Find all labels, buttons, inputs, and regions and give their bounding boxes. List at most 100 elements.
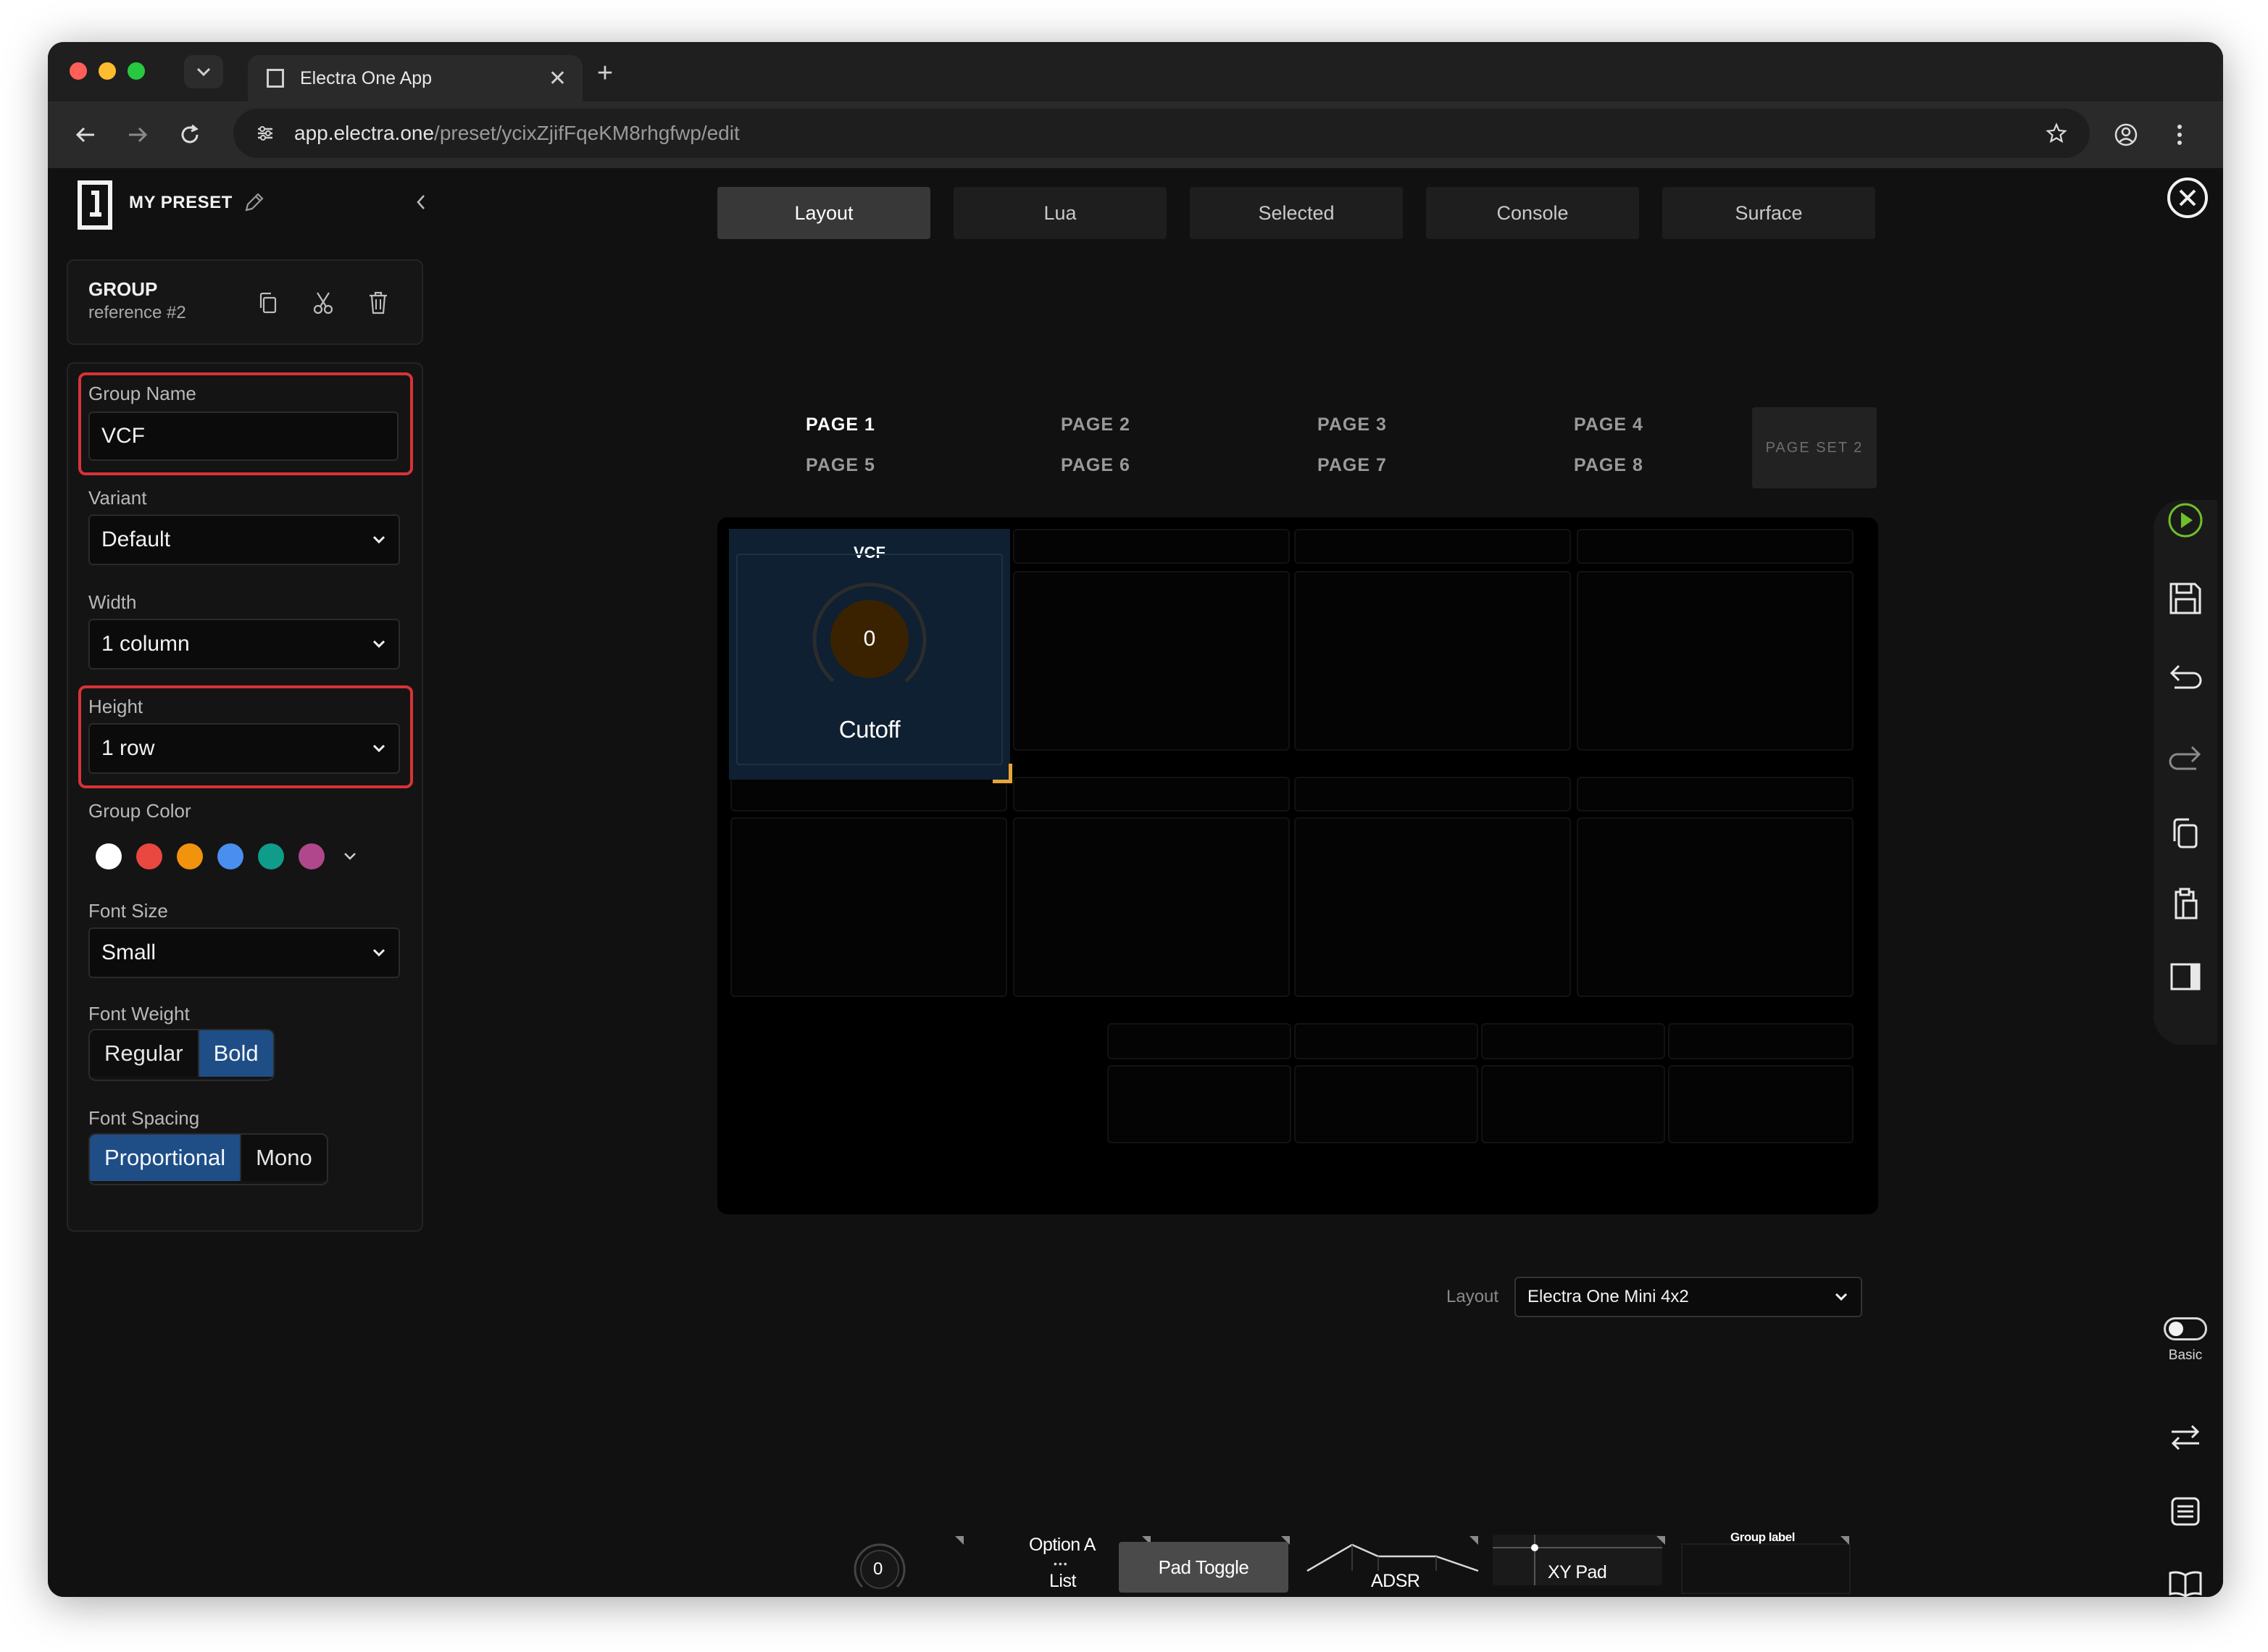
- chevron-down-icon: [370, 943, 388, 962]
- copy-icon[interactable]: [254, 288, 283, 317]
- preset-title: MY PRESET: [129, 193, 233, 212]
- pencil-icon[interactable]: [242, 190, 267, 214]
- close-tab-icon[interactable]: ✕: [549, 66, 567, 91]
- group-slot[interactable]: [1668, 1023, 1854, 1059]
- page-link-6[interactable]: PAGE 6: [1061, 455, 1130, 476]
- color-swatch-red[interactable]: [136, 843, 162, 869]
- height-select[interactable]: 1 row: [88, 723, 400, 774]
- control-slot[interactable]: [1013, 817, 1290, 997]
- control-slot[interactable]: [1294, 817, 1571, 997]
- group-slot[interactable]: [1294, 777, 1571, 812]
- tab-selected[interactable]: Selected: [1190, 187, 1403, 239]
- control-slot[interactable]: [1668, 1065, 1854, 1143]
- page-link-7[interactable]: PAGE 7: [1317, 455, 1387, 476]
- device-list-icon[interactable]: [2165, 1491, 2206, 1532]
- back-button[interactable]: [67, 116, 104, 154]
- group-slot[interactable]: [1294, 1023, 1478, 1059]
- browser-menu-button[interactable]: [2161, 116, 2198, 154]
- control-slot[interactable]: [1577, 817, 1854, 997]
- paste-icon[interactable]: [2165, 884, 2206, 925]
- control-slot[interactable]: [730, 817, 1007, 997]
- color-swatch-magenta[interactable]: [299, 843, 325, 869]
- control-slot[interactable]: [1013, 571, 1290, 751]
- tab-layout[interactable]: Layout: [717, 187, 930, 239]
- variant-select[interactable]: Default: [88, 514, 400, 565]
- page-set-button[interactable]: PAGE SET 2: [1752, 407, 1877, 488]
- palette-xy-pad[interactable]: XY Pad: [1493, 1529, 1664, 1597]
- minimize-window-button[interactable]: [99, 62, 116, 80]
- profile-button[interactable]: [2107, 116, 2145, 154]
- page-link-2[interactable]: PAGE 2: [1061, 414, 1130, 435]
- control-slot[interactable]: [1294, 1065, 1478, 1143]
- font-weight-toggle: Regular Bold: [88, 1029, 275, 1081]
- reload-icon: [181, 124, 199, 143]
- font-spacing-mono-button[interactable]: Mono: [240, 1135, 327, 1181]
- group-slot[interactable]: [1481, 1023, 1665, 1059]
- layout-label: Layout: [1446, 1287, 1499, 1306]
- control-slot[interactable]: [1107, 1065, 1291, 1143]
- page-link-1[interactable]: PAGE 1: [806, 414, 875, 435]
- group-slot[interactable]: [1107, 1023, 1291, 1059]
- group-slot[interactable]: [1294, 529, 1571, 564]
- font-spacing-proportional-button[interactable]: Proportional: [90, 1135, 241, 1181]
- trash-icon[interactable]: [364, 288, 393, 317]
- group-slot[interactable]: [1013, 529, 1290, 564]
- bookmark-star-icon[interactable]: [2042, 119, 2071, 148]
- site-settings-icon[interactable]: [251, 119, 280, 148]
- color-swatch-white[interactable]: [96, 843, 122, 869]
- reload-button[interactable]: [171, 116, 209, 154]
- browser-tab[interactable]: Electra One App ✕: [248, 55, 583, 101]
- control-slot[interactable]: [1294, 571, 1571, 751]
- group-slot[interactable]: [1577, 777, 1854, 812]
- save-icon[interactable]: [2165, 578, 2206, 619]
- page-link-5[interactable]: PAGE 5: [806, 455, 875, 476]
- width-select[interactable]: 1 column: [88, 619, 400, 669]
- palette-group[interactable]: Group label: [1681, 1529, 1852, 1597]
- collapse-sidebar-button[interactable]: [409, 190, 433, 214]
- palette-knob[interactable]: 0: [845, 1529, 961, 1597]
- palette-list-option: Option A: [1029, 1535, 1096, 1555]
- side-panel-icon[interactable]: [2165, 956, 2206, 997]
- color-swatch-teal[interactable]: [258, 843, 284, 869]
- font-size-select[interactable]: Small: [88, 927, 400, 978]
- control-slot[interactable]: [1577, 571, 1854, 751]
- close-window-button[interactable]: [70, 62, 87, 80]
- url-text: app.electra.one/preset/ycixZjifFqeKM8rhg…: [294, 122, 740, 145]
- tab-surface[interactable]: Surface: [1662, 187, 1875, 239]
- basic-mode-toggle[interactable]: [2164, 1317, 2207, 1340]
- cut-icon[interactable]: [309, 288, 338, 317]
- group-slot[interactable]: [1013, 777, 1290, 812]
- tab-lua[interactable]: Lua: [954, 187, 1167, 239]
- tab-search-button[interactable]: [184, 55, 223, 88]
- palette-adsr[interactable]: ADSR: [1306, 1529, 1480, 1597]
- font-weight-regular-button[interactable]: Regular: [90, 1030, 198, 1077]
- swap-arrows-icon[interactable]: [2165, 1417, 2206, 1458]
- play-icon[interactable]: [2165, 500, 2206, 541]
- group-slot[interactable]: [730, 777, 1007, 812]
- book-icon[interactable]: [2165, 1564, 2206, 1597]
- redo-icon[interactable]: [2165, 736, 2206, 777]
- forward-button[interactable]: [119, 116, 157, 154]
- resize-handle[interactable]: [993, 764, 1012, 783]
- selected-group-vcf[interactable]: VCF 0 Cutoff: [729, 529, 1010, 780]
- color-swatch-orange[interactable]: [177, 843, 203, 869]
- page-link-8[interactable]: PAGE 8: [1574, 455, 1643, 476]
- address-bar[interactable]: app.electra.one/preset/ycixZjifFqeKM8rhg…: [233, 109, 2090, 158]
- undo-icon[interactable]: [2165, 658, 2206, 698]
- control-slot[interactable]: [1481, 1065, 1665, 1143]
- zoom-window-button[interactable]: [128, 62, 145, 80]
- layout-select[interactable]: Electra One Mini 4x2: [1514, 1277, 1862, 1317]
- more-colors-chevron-icon[interactable]: [339, 846, 361, 867]
- group-name-input[interactable]: [88, 412, 399, 461]
- new-tab-button[interactable]: +: [588, 57, 622, 90]
- color-swatch-blue[interactable]: [217, 843, 243, 869]
- tab-console[interactable]: Console: [1426, 187, 1639, 239]
- page-link-4[interactable]: PAGE 4: [1574, 414, 1643, 435]
- cutoff-knob[interactable]: 0: [803, 572, 936, 706]
- palette-pad-toggle[interactable]: Pad Toggle: [1119, 1542, 1288, 1593]
- copy-icon[interactable]: [2165, 813, 2206, 854]
- close-editor-button[interactable]: [2165, 175, 2210, 220]
- page-link-3[interactable]: PAGE 3: [1317, 414, 1387, 435]
- font-weight-bold-button[interactable]: Bold: [197, 1030, 273, 1077]
- group-slot[interactable]: [1577, 529, 1854, 564]
